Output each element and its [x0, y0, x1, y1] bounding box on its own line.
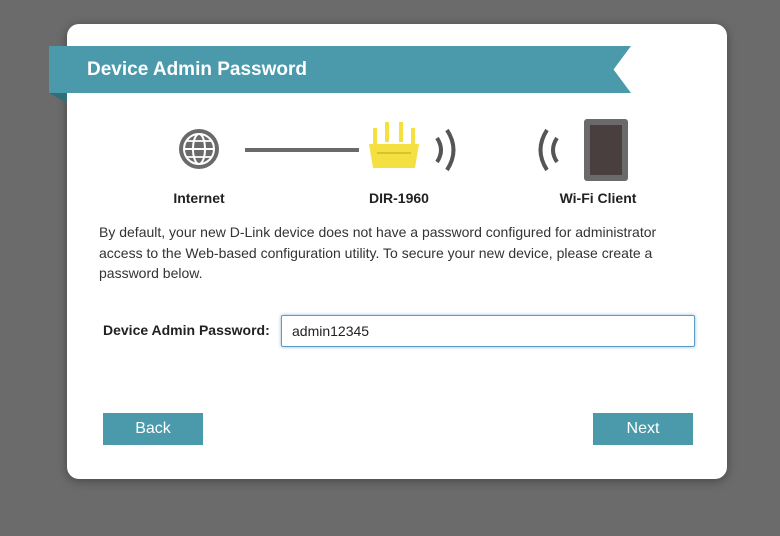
banner-fold — [49, 93, 67, 103]
dialog-title: Device Admin Password — [49, 46, 631, 93]
next-button[interactable]: Next — [593, 413, 693, 445]
description-text: By default, your new D-Link device does … — [99, 224, 657, 281]
client-label: Wi-Fi Client — [559, 190, 637, 206]
password-input[interactable] — [281, 315, 695, 347]
router-label: DIR-1960 — [369, 190, 429, 206]
back-button[interactable]: Back — [103, 413, 203, 445]
password-label: Device Admin Password: — [103, 322, 270, 338]
connection-diagram: Internet DIR-1960 Wi-Fi Client — [67, 114, 727, 209]
diagram-graphic — [179, 119, 628, 181]
router-icon — [369, 122, 419, 168]
setup-wizard-dialog: Device Admin Password Internet DIR-1960 … — [49, 24, 727, 479]
tablet-icon — [584, 119, 628, 181]
internet-label: Internet — [173, 190, 225, 206]
client-wifi-signal-icon — [538, 128, 559, 172]
globe-icon — [179, 129, 219, 169]
title-banner: Device Admin Password — [49, 46, 631, 106]
wifi-signal-icon — [435, 128, 456, 172]
